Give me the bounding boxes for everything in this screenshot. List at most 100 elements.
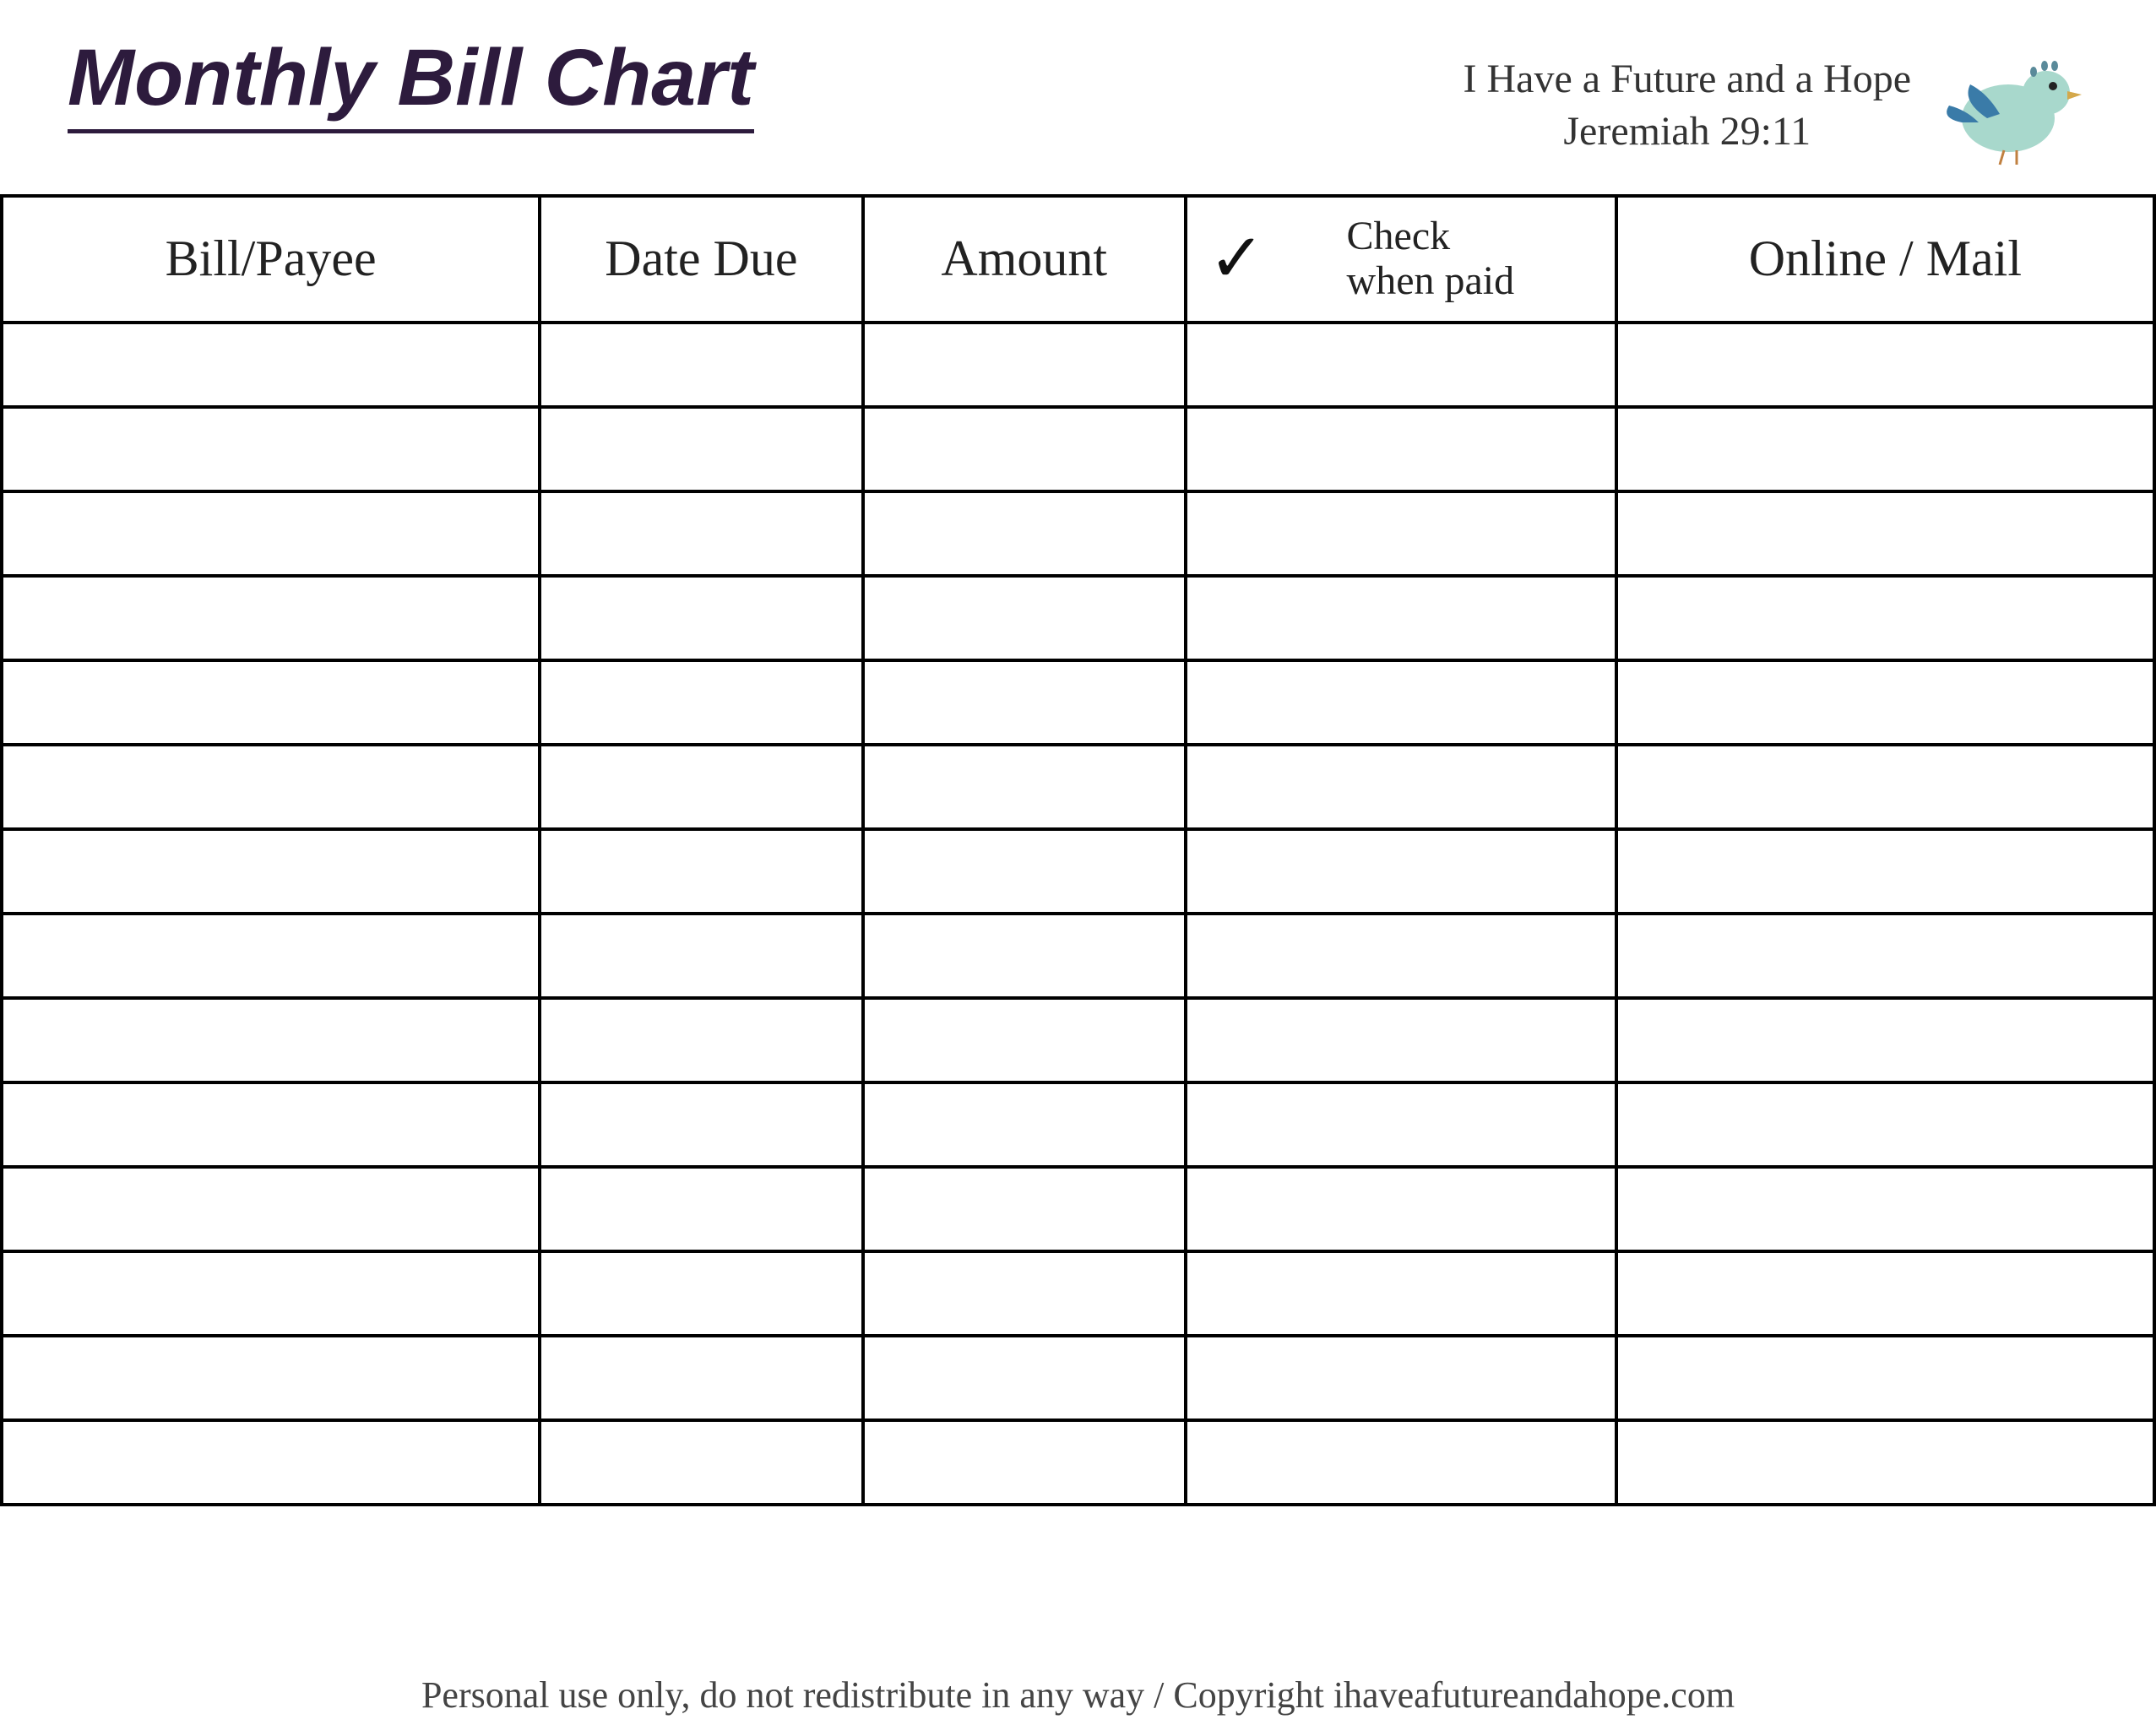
col-header-payee: Bill/Payee <box>2 196 540 323</box>
bill-table: Bill/Payee Date Due Amount ✓ Check when … <box>0 194 2156 1506</box>
cell-amount[interactable] <box>863 914 1186 998</box>
cell-amount[interactable] <box>863 407 1186 491</box>
cell-amount[interactable] <box>863 576 1186 660</box>
cell-online_mail[interactable] <box>1616 998 2154 1082</box>
header: Monthly Bill Chart I Have a Future and a… <box>0 0 2156 194</box>
cell-check_paid[interactable] <box>1186 1251 1616 1336</box>
cell-date_due[interactable] <box>540 1251 862 1336</box>
cell-payee[interactable] <box>2 1251 540 1336</box>
cell-amount[interactable] <box>863 1082 1186 1167</box>
cell-payee[interactable] <box>2 914 540 998</box>
cell-payee[interactable] <box>2 323 540 407</box>
table-row <box>2 1167 2154 1251</box>
cell-check_paid[interactable] <box>1186 1420 1616 1505</box>
cell-online_mail[interactable] <box>1616 323 2154 407</box>
cell-payee[interactable] <box>2 745 540 829</box>
table-row <box>2 576 2154 660</box>
cell-check_paid[interactable] <box>1186 745 1616 829</box>
cell-online_mail[interactable] <box>1616 1336 2154 1420</box>
cell-online_mail[interactable] <box>1616 576 2154 660</box>
cell-check_paid[interactable] <box>1186 829 1616 914</box>
cell-date_due[interactable] <box>540 323 862 407</box>
cell-online_mail[interactable] <box>1616 660 2154 745</box>
verse-line-2: Jeremiah 29:11 <box>1464 106 1911 158</box>
table-row <box>2 914 2154 998</box>
cell-check_paid[interactable] <box>1186 491 1616 576</box>
cell-amount[interactable] <box>863 745 1186 829</box>
cell-check_paid[interactable] <box>1186 1082 1616 1167</box>
cell-amount[interactable] <box>863 323 1186 407</box>
cell-date_due[interactable] <box>540 829 862 914</box>
cell-date_due[interactable] <box>540 914 862 998</box>
table-row <box>2 1336 2154 1420</box>
cell-check_paid[interactable] <box>1186 323 1616 407</box>
table-row <box>2 660 2154 745</box>
cell-payee[interactable] <box>2 491 540 576</box>
cell-online_mail[interactable] <box>1616 745 2154 829</box>
cell-check_paid[interactable] <box>1186 914 1616 998</box>
cell-online_mail[interactable] <box>1616 407 2154 491</box>
cell-date_due[interactable] <box>540 407 862 491</box>
cell-check_paid[interactable] <box>1186 998 1616 1082</box>
table-row <box>2 829 2154 914</box>
verse-text: I Have a Future and a Hope Jeremiah 29:1… <box>1464 53 1911 159</box>
cell-payee[interactable] <box>2 1167 540 1251</box>
cell-date_due[interactable] <box>540 660 862 745</box>
cell-amount[interactable] <box>863 660 1186 745</box>
cell-check_paid[interactable] <box>1186 1336 1616 1420</box>
cell-date_due[interactable] <box>540 491 862 576</box>
cell-payee[interactable] <box>2 998 540 1082</box>
cell-check_paid[interactable] <box>1186 407 1616 491</box>
col-header-date-due: Date Due <box>540 196 862 323</box>
table-row <box>2 1082 2154 1167</box>
cell-date_due[interactable] <box>540 576 862 660</box>
cell-payee[interactable] <box>2 407 540 491</box>
col-header-amount: Amount <box>863 196 1186 323</box>
table-row <box>2 1251 2154 1336</box>
cell-amount[interactable] <box>863 829 1186 914</box>
cell-payee[interactable] <box>2 660 540 745</box>
cell-date_due[interactable] <box>540 1336 862 1420</box>
cell-amount[interactable] <box>863 1251 1186 1336</box>
cell-check_paid[interactable] <box>1186 576 1616 660</box>
table-row <box>2 491 2154 576</box>
col-header-check-paid-label: Check when paid <box>1347 214 1515 304</box>
cell-amount[interactable] <box>863 1336 1186 1420</box>
cell-amount[interactable] <box>863 1420 1186 1505</box>
cell-amount[interactable] <box>863 1167 1186 1251</box>
table-row <box>2 1420 2154 1505</box>
cell-payee[interactable] <box>2 1082 540 1167</box>
bird-icon <box>1936 42 2088 169</box>
cell-date_due[interactable] <box>540 998 862 1082</box>
cell-payee[interactable] <box>2 1336 540 1420</box>
cell-date_due[interactable] <box>540 1420 862 1505</box>
table-row <box>2 407 2154 491</box>
cell-amount[interactable] <box>863 998 1186 1082</box>
table-row <box>2 745 2154 829</box>
cell-payee[interactable] <box>2 1420 540 1505</box>
check-mark-icon: ✓ <box>1208 222 1265 296</box>
verse-block: I Have a Future and a Hope Jeremiah 29:1… <box>1464 34 2088 169</box>
cell-date_due[interactable] <box>540 745 862 829</box>
cell-payee[interactable] <box>2 829 540 914</box>
cell-payee[interactable] <box>2 576 540 660</box>
cell-online_mail[interactable] <box>1616 1082 2154 1167</box>
cell-date_due[interactable] <box>540 1082 862 1167</box>
cell-check_paid[interactable] <box>1186 660 1616 745</box>
cell-online_mail[interactable] <box>1616 1167 2154 1251</box>
cell-online_mail[interactable] <box>1616 914 2154 998</box>
cell-online_mail[interactable] <box>1616 829 2154 914</box>
cell-online_mail[interactable] <box>1616 1420 2154 1505</box>
footer-copyright: Personal use only, do not redistribute i… <box>0 1673 2156 1717</box>
bill-table-wrap: Bill/Payee Date Due Amount ✓ Check when … <box>0 194 2156 1506</box>
page-title: Monthly Bill Chart <box>68 34 754 133</box>
cell-check_paid[interactable] <box>1186 1167 1616 1251</box>
cell-online_mail[interactable] <box>1616 1251 2154 1336</box>
cell-online_mail[interactable] <box>1616 491 2154 576</box>
table-row <box>2 323 2154 407</box>
cell-amount[interactable] <box>863 491 1186 576</box>
cell-date_due[interactable] <box>540 1167 862 1251</box>
verse-line-1: I Have a Future and a Hope <box>1464 53 1911 106</box>
col-header-online-mail: Online / Mail <box>1616 196 2154 323</box>
table-header-row: Bill/Payee Date Due Amount ✓ Check when … <box>2 196 2154 323</box>
